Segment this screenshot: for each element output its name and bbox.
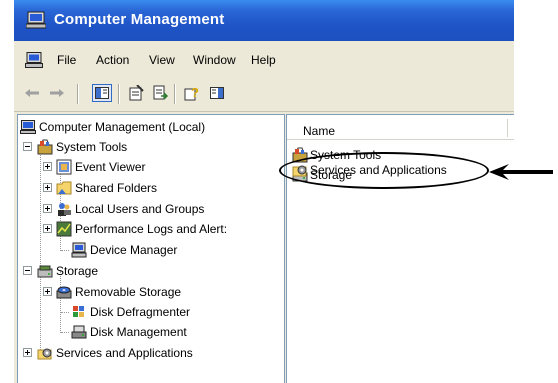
expand-toggle[interactable] xyxy=(43,162,52,171)
toolbar-separator xyxy=(77,84,79,104)
tree-label: Computer Management (Local) xyxy=(39,120,206,134)
column-label: Name xyxy=(303,124,336,138)
menu-file[interactable]: File xyxy=(57,53,76,67)
computer-management-window: Computer Management File Action View Win… xyxy=(14,0,514,383)
tree-node-system-tools[interactable]: System Tools xyxy=(37,137,127,157)
tree-label: Device Manager xyxy=(90,243,178,257)
tree-node-event-viewer[interactable]: Event Viewer xyxy=(56,157,145,177)
column-divider[interactable] xyxy=(507,119,508,137)
folder-icon xyxy=(56,181,72,195)
menu-action[interactable]: Action xyxy=(96,53,129,67)
collapse-toggle[interactable] xyxy=(23,266,32,275)
tree-label: System Tools xyxy=(56,140,128,154)
title-bar[interactable]: Computer Management xyxy=(14,0,514,41)
tree-node-shared-folders[interactable]: Shared Folders xyxy=(56,178,157,198)
tree-node-storage[interactable]: Storage xyxy=(37,261,98,281)
toolbox-icon xyxy=(37,139,53,155)
tree-node-services-applications[interactable]: Services and Applications xyxy=(37,343,193,363)
menu-view[interactable]: View xyxy=(149,53,175,67)
disk-management-icon xyxy=(71,325,87,339)
tree-line xyxy=(61,332,69,333)
expand-toggle[interactable] xyxy=(43,204,52,213)
tree-label: Removable Storage xyxy=(75,285,182,299)
highlight-ellipse xyxy=(279,152,489,189)
system-menu-icon[interactable] xyxy=(25,52,43,71)
pointer-arrow xyxy=(489,164,553,180)
device-manager-icon xyxy=(71,242,87,258)
tree-line xyxy=(61,312,69,313)
services-icon xyxy=(37,348,52,360)
storage-icon xyxy=(37,265,53,278)
menu-bar: File Action View Window Help xyxy=(14,41,514,75)
tree-label: Disk Management xyxy=(90,325,187,339)
tree-label: Event Viewer xyxy=(75,160,146,174)
tree-node-disk-defragmenter[interactable]: Disk Defragmenter xyxy=(71,302,190,322)
tree-node-removable-storage[interactable]: Removable Storage xyxy=(56,282,181,302)
expand-toggle[interactable] xyxy=(43,224,52,233)
computer-icon xyxy=(20,120,36,134)
expand-toggle[interactable] xyxy=(43,183,52,192)
expand-toggle[interactable] xyxy=(23,348,32,357)
back-icon[interactable] xyxy=(22,84,42,102)
menu-window[interactable]: Window xyxy=(193,53,236,67)
removable-storage-icon xyxy=(56,286,72,299)
tree-node-disk-management[interactable]: Disk Management xyxy=(71,322,187,342)
column-header-name[interactable]: Name xyxy=(287,115,514,140)
tree-label: Shared Folders xyxy=(75,181,158,195)
show-hide-action-pane-icon[interactable] xyxy=(207,84,227,102)
window-title: Computer Management xyxy=(54,11,225,28)
tree-label: Storage xyxy=(56,264,99,278)
tree-line xyxy=(61,250,69,251)
collapse-toggle[interactable] xyxy=(23,142,32,151)
properties-icon[interactable] xyxy=(126,84,146,102)
toolbar-separator xyxy=(174,84,176,104)
users-icon xyxy=(58,203,71,216)
forward-icon[interactable] xyxy=(47,84,67,102)
toolbar-separator xyxy=(118,84,120,104)
tree-node-root[interactable]: Computer Management (Local) xyxy=(20,117,205,137)
event-viewer-icon xyxy=(56,159,72,175)
performance-icon xyxy=(56,221,72,237)
tree-line xyxy=(40,147,41,356)
tree-label: Disk Defragmenter xyxy=(90,305,191,319)
tree-label: Services and Applications xyxy=(56,346,193,360)
help-icon[interactable]: ? xyxy=(182,84,202,102)
tree-label: Performance Logs and Alert: xyxy=(75,222,228,236)
menu-help[interactable]: Help xyxy=(251,53,276,67)
computer-management-icon xyxy=(25,11,47,33)
svg-text:?: ? xyxy=(191,85,199,100)
toolbar: ? xyxy=(14,75,514,112)
tree-node-performance-logs[interactable]: Performance Logs and Alert: xyxy=(56,219,227,239)
tree-label: Local Users and Groups xyxy=(75,202,205,216)
export-list-icon[interactable] xyxy=(150,84,170,102)
defragmenter-icon xyxy=(73,306,84,317)
console-tree: Computer Management (Local) System Tools… xyxy=(17,114,285,383)
tree-node-local-users[interactable]: Local Users and Groups xyxy=(56,199,204,219)
tree-node-device-manager[interactable]: Device Manager xyxy=(71,240,177,260)
show-hide-tree-icon[interactable] xyxy=(92,84,112,102)
expand-toggle[interactable] xyxy=(43,287,52,296)
